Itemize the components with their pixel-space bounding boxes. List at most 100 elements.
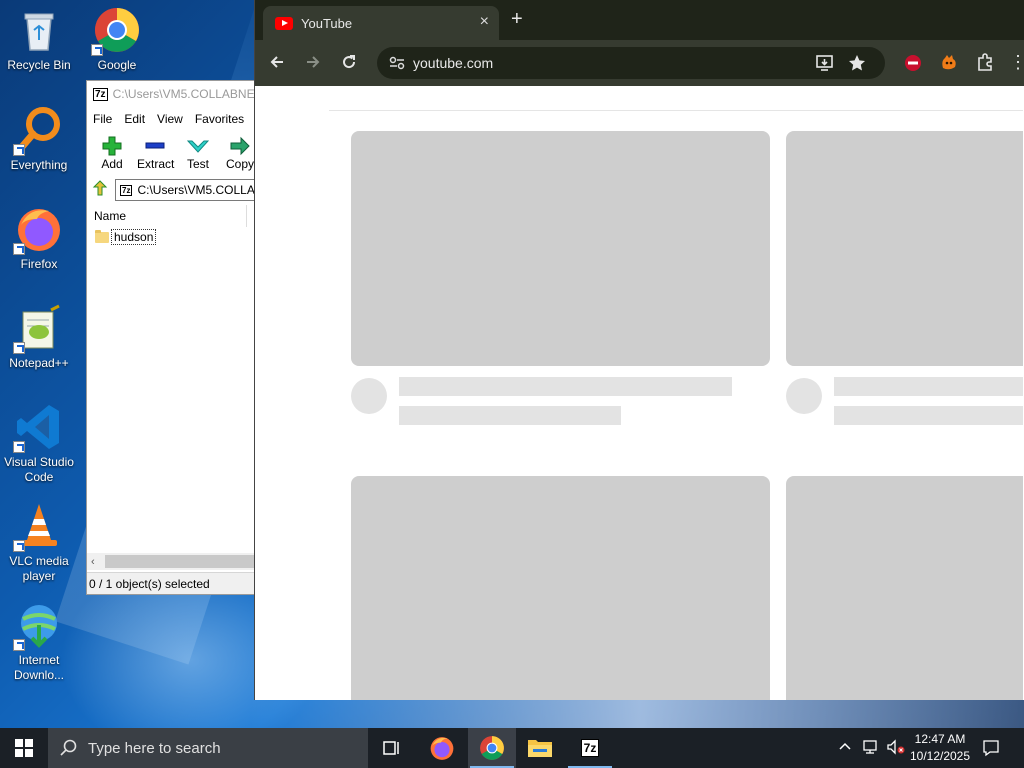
title-skeleton bbox=[399, 377, 732, 396]
brave-like-icon[interactable] bbox=[939, 52, 959, 74]
column-header-name[interactable]: Name bbox=[87, 205, 247, 227]
copy-button[interactable]: Copy bbox=[223, 135, 257, 171]
status-bar: 0 / 1 object(s) selected bbox=[87, 572, 257, 594]
arrow-right-icon bbox=[223, 135, 257, 157]
vlc-cone-icon bbox=[13, 502, 63, 552]
menu-file[interactable]: File bbox=[93, 112, 112, 126]
status-text: 0 / 1 object(s) selected bbox=[89, 576, 210, 591]
menu-bar: File Edit View Favorites bbox=[87, 107, 257, 131]
bookmark-star-icon[interactable] bbox=[847, 53, 867, 76]
install-app-icon[interactable] bbox=[815, 54, 835, 75]
taskbar-7zip[interactable]: 7z bbox=[566, 728, 614, 768]
scrollbar-thumb[interactable] bbox=[105, 555, 255, 568]
desktop-icon-label: VLC media player bbox=[9, 554, 69, 583]
site-info-icon[interactable] bbox=[389, 56, 405, 73]
address-field[interactable]: 7z C:\Users\VM5.COLLA bbox=[115, 179, 257, 201]
vscode-icon bbox=[13, 403, 63, 453]
taskbar-search-box[interactable]: Type here to search bbox=[48, 728, 368, 768]
desktop-icon-label: Google bbox=[97, 58, 137, 72]
notepad-plus-plus-icon bbox=[13, 304, 63, 354]
tab-strip: YouTube × + bbox=[255, 0, 1024, 40]
volume-muted-icon[interactable] bbox=[886, 739, 906, 758]
tab-youtube[interactable]: YouTube × bbox=[263, 6, 499, 40]
desktop-icon-firefox[interactable]: Firefox bbox=[0, 205, 78, 272]
taskbar: Type here to search 7z 12:47 AM 10/12/20… bbox=[0, 728, 1024, 768]
task-view-button[interactable] bbox=[368, 728, 416, 768]
desktop-icon-vlc[interactable]: VLC media player bbox=[0, 502, 78, 584]
desktop-icon-label: Everything bbox=[10, 158, 68, 172]
scroll-left-icon[interactable]: ‹ bbox=[87, 556, 95, 568]
search-placeholder: Type here to search bbox=[88, 739, 221, 757]
taskbar-chrome[interactable] bbox=[468, 728, 516, 768]
address-bar[interactable]: youtube.com bbox=[377, 47, 885, 79]
sevenzip-window[interactable]: 7z C:\Users\VM5.COLLABNET File Edit View… bbox=[86, 80, 258, 595]
tab-close-icon[interactable]: × bbox=[480, 14, 489, 30]
taskbar-clock[interactable]: 12:47 AM 10/12/2025 bbox=[906, 731, 974, 765]
copy-button-label: Copy bbox=[225, 157, 254, 171]
desktop-icon-google-chrome[interactable]: Google bbox=[78, 6, 156, 73]
subtitle-skeleton bbox=[399, 406, 621, 425]
desktop-icon-label: Internet Downlo... bbox=[13, 653, 65, 682]
windows-logo-icon bbox=[15, 739, 33, 757]
menu-edit[interactable]: Edit bbox=[124, 112, 145, 126]
taskbar-firefox[interactable] bbox=[418, 728, 466, 768]
window-title: C:\Users\VM5.COLLABNET bbox=[112, 87, 257, 101]
notifications-icon[interactable] bbox=[982, 739, 1000, 760]
avatar-skeleton bbox=[351, 378, 387, 414]
browser-toolbar: youtube.com ⋮ bbox=[255, 40, 1024, 86]
extract-button-label: Extract bbox=[137, 157, 175, 171]
reload-icon[interactable] bbox=[339, 53, 359, 73]
shortcut-arrow-icon bbox=[13, 144, 25, 156]
file-list[interactable]: Name hudson bbox=[87, 205, 257, 553]
sevenzip-titlebar[interactable]: 7z C:\Users\VM5.COLLABNET bbox=[87, 81, 257, 107]
network-icon[interactable] bbox=[862, 739, 880, 758]
extensions-puzzle-icon[interactable] bbox=[975, 52, 995, 74]
url-text: youtube.com bbox=[413, 55, 494, 71]
desktop-icon-label: Visual Studio Code bbox=[4, 455, 74, 484]
start-button[interactable] bbox=[0, 728, 48, 768]
forward-icon[interactable] bbox=[303, 53, 323, 73]
sevenzip-logo-icon: 7z bbox=[93, 87, 108, 101]
video-thumbnail-skeleton bbox=[786, 476, 1023, 700]
clock-date: 10/12/2025 bbox=[909, 749, 971, 763]
desktop-icon-everything[interactable]: Everything bbox=[0, 106, 78, 173]
list-item[interactable]: hudson bbox=[87, 227, 257, 247]
desktop-icon-notepad-plus-plus[interactable]: Notepad++ bbox=[0, 304, 78, 371]
test-button[interactable]: Test bbox=[181, 135, 215, 171]
new-tab-button[interactable]: + bbox=[511, 9, 523, 29]
adblock-icon[interactable] bbox=[903, 52, 923, 74]
toolbar: Add Extract Test Copy bbox=[87, 131, 257, 177]
shortcut-arrow-icon bbox=[13, 243, 25, 255]
plus-icon bbox=[95, 135, 129, 157]
page-content bbox=[255, 86, 1023, 700]
divider bbox=[329, 110, 1023, 111]
chrome-window[interactable]: YouTube × + youtube.com ⋮ bbox=[254, 0, 1024, 700]
desktop-icon-recycle-bin[interactable]: Recycle Bin bbox=[0, 6, 78, 73]
everything-search-icon bbox=[13, 106, 63, 156]
desktop-icon-internet-download-manager[interactable]: Internet Downlo... bbox=[0, 601, 78, 683]
show-hidden-icons-chevron-icon[interactable] bbox=[838, 739, 852, 756]
menu-kebab-icon[interactable]: ⋮ bbox=[1009, 52, 1024, 74]
shortcut-arrow-icon bbox=[13, 639, 25, 651]
title-skeleton bbox=[834, 377, 1023, 396]
archive-icon: 7z bbox=[120, 184, 133, 196]
horizontal-scrollbar[interactable]: ‹ bbox=[87, 553, 257, 570]
subtitle-skeleton bbox=[834, 406, 1023, 425]
video-thumbnail-skeleton bbox=[351, 476, 770, 700]
extract-button[interactable]: Extract bbox=[137, 135, 175, 171]
desktop-icon-label: Firefox bbox=[20, 257, 58, 271]
firefox-icon bbox=[430, 737, 454, 760]
menu-view[interactable]: View bbox=[157, 112, 183, 126]
address-row: 7z C:\Users\VM5.COLLA bbox=[87, 177, 257, 203]
video-thumbnail-skeleton bbox=[786, 131, 1023, 366]
add-button-label: Add bbox=[101, 157, 123, 171]
shortcut-arrow-icon bbox=[13, 540, 25, 552]
back-icon[interactable] bbox=[267, 53, 287, 73]
taskbar-file-explorer[interactable] bbox=[516, 728, 564, 768]
idm-globe-icon bbox=[13, 601, 63, 651]
up-folder-icon[interactable] bbox=[91, 179, 109, 202]
menu-favorites[interactable]: Favorites bbox=[195, 112, 244, 126]
list-item-name: hudson bbox=[111, 229, 157, 245]
desktop-icon-visual-studio-code[interactable]: Visual Studio Code bbox=[0, 403, 78, 485]
add-button[interactable]: Add bbox=[95, 135, 129, 171]
